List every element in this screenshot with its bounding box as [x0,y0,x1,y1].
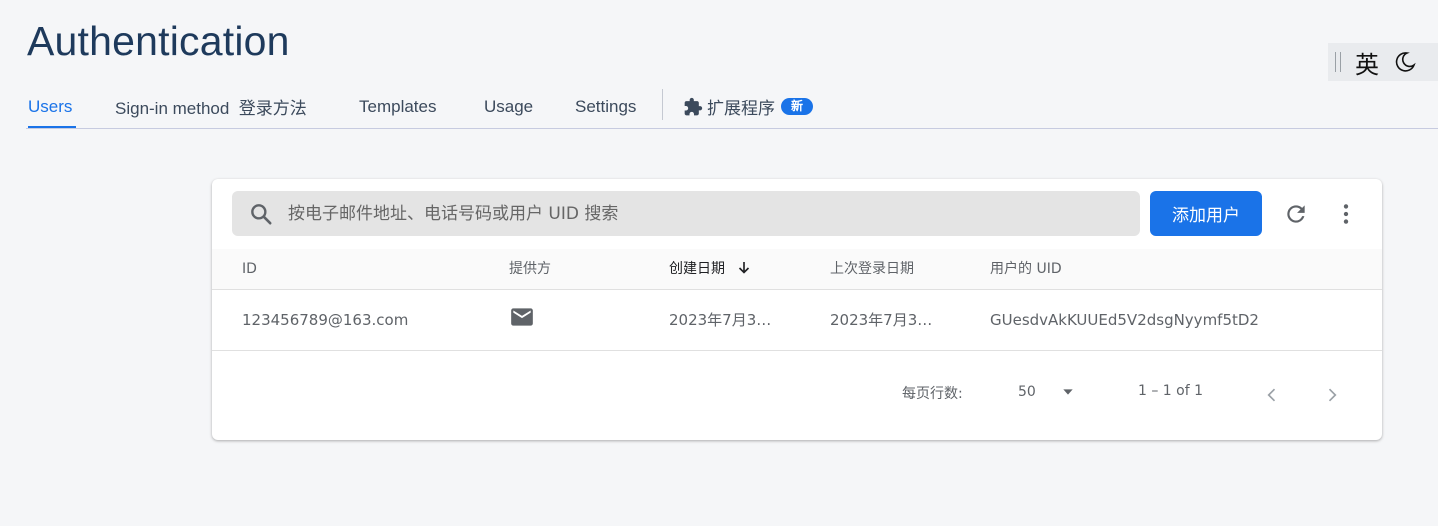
pagination-range: 1 – 1 of 1 [1138,383,1204,399]
tab-label: Users [28,96,73,116]
tab-sign-in-method[interactable]: Sign-in method 登录方法 [115,84,307,129]
column-header-last-sign-in[interactable]: 上次登录日期 [830,249,914,289]
ime-language-toggle[interactable]: 英 [1355,45,1379,80]
chevron-right-icon[interactable] [1322,383,1342,407]
tab-label: Sign-in method 登录方法 [115,99,307,118]
tab-extensions[interactable]: 扩展程序 新 [683,84,814,129]
column-header-created[interactable]: 创建日期 [669,249,753,289]
extension-icon [684,97,703,115]
tab-usage[interactable]: Usage [484,84,533,129]
more-vert-icon[interactable] [1333,201,1359,227]
cell-id: 123456789@163.com [242,311,409,329]
tab-bar: Users Sign-in method 登录方法 Templates Usag… [0,84,1438,129]
page-title: Authentication [27,18,290,64]
column-header-provider[interactable]: 提供方 [509,249,551,289]
rows-per-page-select[interactable]: 50 [1018,379,1078,405]
grip-icon[interactable] [1335,52,1341,72]
column-header-uid[interactable]: 用户的 UID [990,249,1062,289]
cell-uid: GUesdvAkKUUEd5V2dsgNyymf5tD2 [990,311,1259,329]
dropdown-arrow-icon [1063,389,1073,395]
tab-label: Templates [359,96,437,116]
column-header-created-label: 创建日期 [669,261,725,277]
ime-toolbar[interactable]: 英 [1328,43,1438,81]
tab-templates[interactable]: Templates [359,84,436,129]
search-box[interactable] [232,191,1140,236]
table-row[interactable]: 123456789@163.com 2023年7月3… 2023年7月3… GU… [212,290,1382,351]
tab-label: Usage [484,96,534,116]
column-header-id[interactable]: ID [242,249,257,289]
arrow-down-icon [738,262,750,274]
new-badge: 新 [781,98,814,115]
moon-icon[interactable] [1393,50,1417,74]
tabs-divider-line [26,128,1438,129]
search-input[interactable] [286,202,1140,225]
cell-created: 2023年7月3… [669,311,772,329]
rows-per-page-label: 每页行数: [902,386,963,402]
chevron-left-icon[interactable] [1262,383,1282,407]
tab-label: Settings [575,96,637,116]
tab-label: 扩展程序 [707,99,775,118]
add-user-button[interactable]: 添加用户 [1150,191,1262,236]
tab-users[interactable]: Users [28,84,72,129]
table-header: ID 提供方 创建日期 上次登录日期 用户的 UID [212,249,1382,290]
users-table-card: 添加用户 ID 提供方 创建日期 上次登录日期 用户的 UID 12345678… [212,179,1382,440]
tab-divider [662,89,663,120]
cell-last-sign-in: 2023年7月3… [830,311,933,329]
rows-per-page-value: 50 [1018,384,1036,400]
refresh-icon[interactable] [1283,201,1309,227]
tab-settings[interactable]: Settings [575,84,636,129]
mail-icon [511,308,533,326]
search-icon [251,203,272,225]
